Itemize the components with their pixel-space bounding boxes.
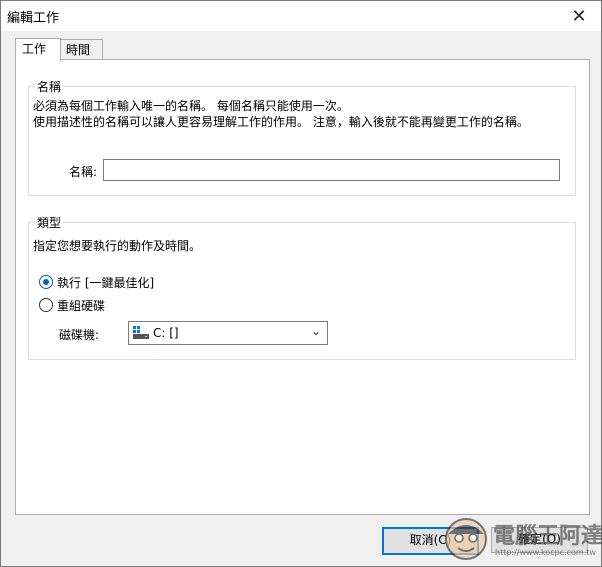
chevron-down-icon: ⌄ [310, 324, 321, 338]
type-group: 類型 指定您想要執行的動作及時間。 執行 [一鍵最佳化] 重組硬碟 磁碟機: C… [28, 214, 576, 360]
drive-label: 磁碟機: [59, 328, 100, 342]
drive-select[interactable]: C: [] ⌄ [128, 321, 328, 345]
watermark-title: 電腦王阿達 [493, 524, 602, 549]
watermark-url: http://www.kocpc.com.tw [495, 548, 596, 557]
window-title: 編輯工作 [7, 11, 60, 26]
drive-icon [133, 326, 149, 339]
type-group-legend: 類型 [35, 214, 64, 231]
drive-select-value: C: [] [153, 326, 179, 340]
mascot-logo-icon [445, 518, 487, 560]
name-group-legend: 名稱 [35, 78, 64, 95]
radio-defrag-label[interactable]: 重組硬碟 [57, 297, 105, 314]
title-bar: 編輯工作 ✕ [1, 1, 601, 31]
tab-time[interactable]: 時間 [59, 39, 103, 61]
radio-defrag[interactable] [39, 298, 53, 312]
edit-task-dialog: 編輯工作 ✕ 工作 時間 名稱 必須為每個工作輸入唯一的名稱。 每個名稱只能使用… [0, 0, 602, 567]
name-description-line2: 使用描述性的名稱可以讓人更容易理解工作的作用。 注意，輸入後就不能再變更工作的名… [33, 115, 529, 129]
radio-run-optimize-label[interactable]: 執行 [一鍵最佳化] [57, 274, 154, 291]
type-description: 指定您想要執行的動作及時間。 [33, 239, 202, 253]
name-description-line1: 必須為每個工作輸入唯一的名稱。 每個名稱只能使用一次。 [33, 99, 349, 113]
radio-run-optimize[interactable] [39, 275, 53, 289]
tab-task[interactable]: 工作 [15, 38, 61, 62]
name-field-label: 名稱: [69, 165, 98, 179]
name-group: 名稱 必須為每個工作輸入唯一的名稱。 每個名稱只能使用一次。 使用描述性的名稱可… [28, 78, 576, 196]
task-tab-panel: 名稱 必須為每個工作輸入唯一的名稱。 每個名稱只能使用一次。 使用描述性的名稱可… [15, 59, 590, 515]
close-icon[interactable]: ✕ [557, 1, 601, 31]
name-input[interactable] [103, 159, 560, 181]
watermark: 電腦王阿達 http://www.kocpc.com.tw [443, 514, 602, 564]
